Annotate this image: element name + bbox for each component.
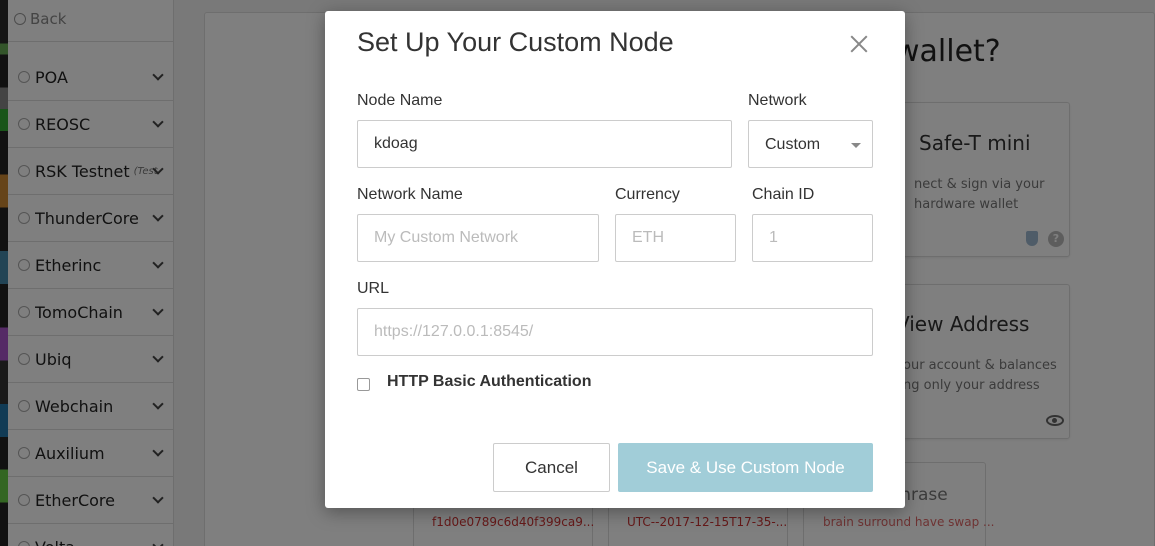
currency-input[interactable] (615, 214, 736, 262)
currency-label: Currency (615, 186, 680, 203)
http-auth-checkbox[interactable] (357, 378, 370, 391)
http-auth-label: HTTP Basic Authentication (387, 373, 592, 390)
chain-id-input[interactable] (752, 214, 873, 262)
close-icon[interactable] (846, 31, 872, 57)
network-select[interactable]: Custom (748, 120, 873, 168)
modal-title: Set Up Your Custom Node (357, 27, 674, 57)
network-label: Network (748, 92, 807, 109)
node-name-input[interactable] (357, 120, 732, 168)
url-label: URL (357, 280, 390, 297)
network-name-label: Network Name (357, 186, 463, 203)
cancel-button[interactable]: Cancel (493, 443, 610, 492)
save-custom-node-button[interactable]: Save & Use Custom Node (618, 443, 873, 492)
caret-down-icon (851, 143, 861, 148)
network-name-input[interactable] (357, 214, 599, 262)
node-name-label: Node Name (357, 92, 443, 109)
url-input[interactable] (357, 308, 873, 356)
network-selected-value: Custom (765, 136, 821, 153)
chain-id-label: Chain ID (752, 186, 815, 203)
custom-node-modal: Set Up Your Custom Node Node Name Networ… (325, 11, 905, 508)
